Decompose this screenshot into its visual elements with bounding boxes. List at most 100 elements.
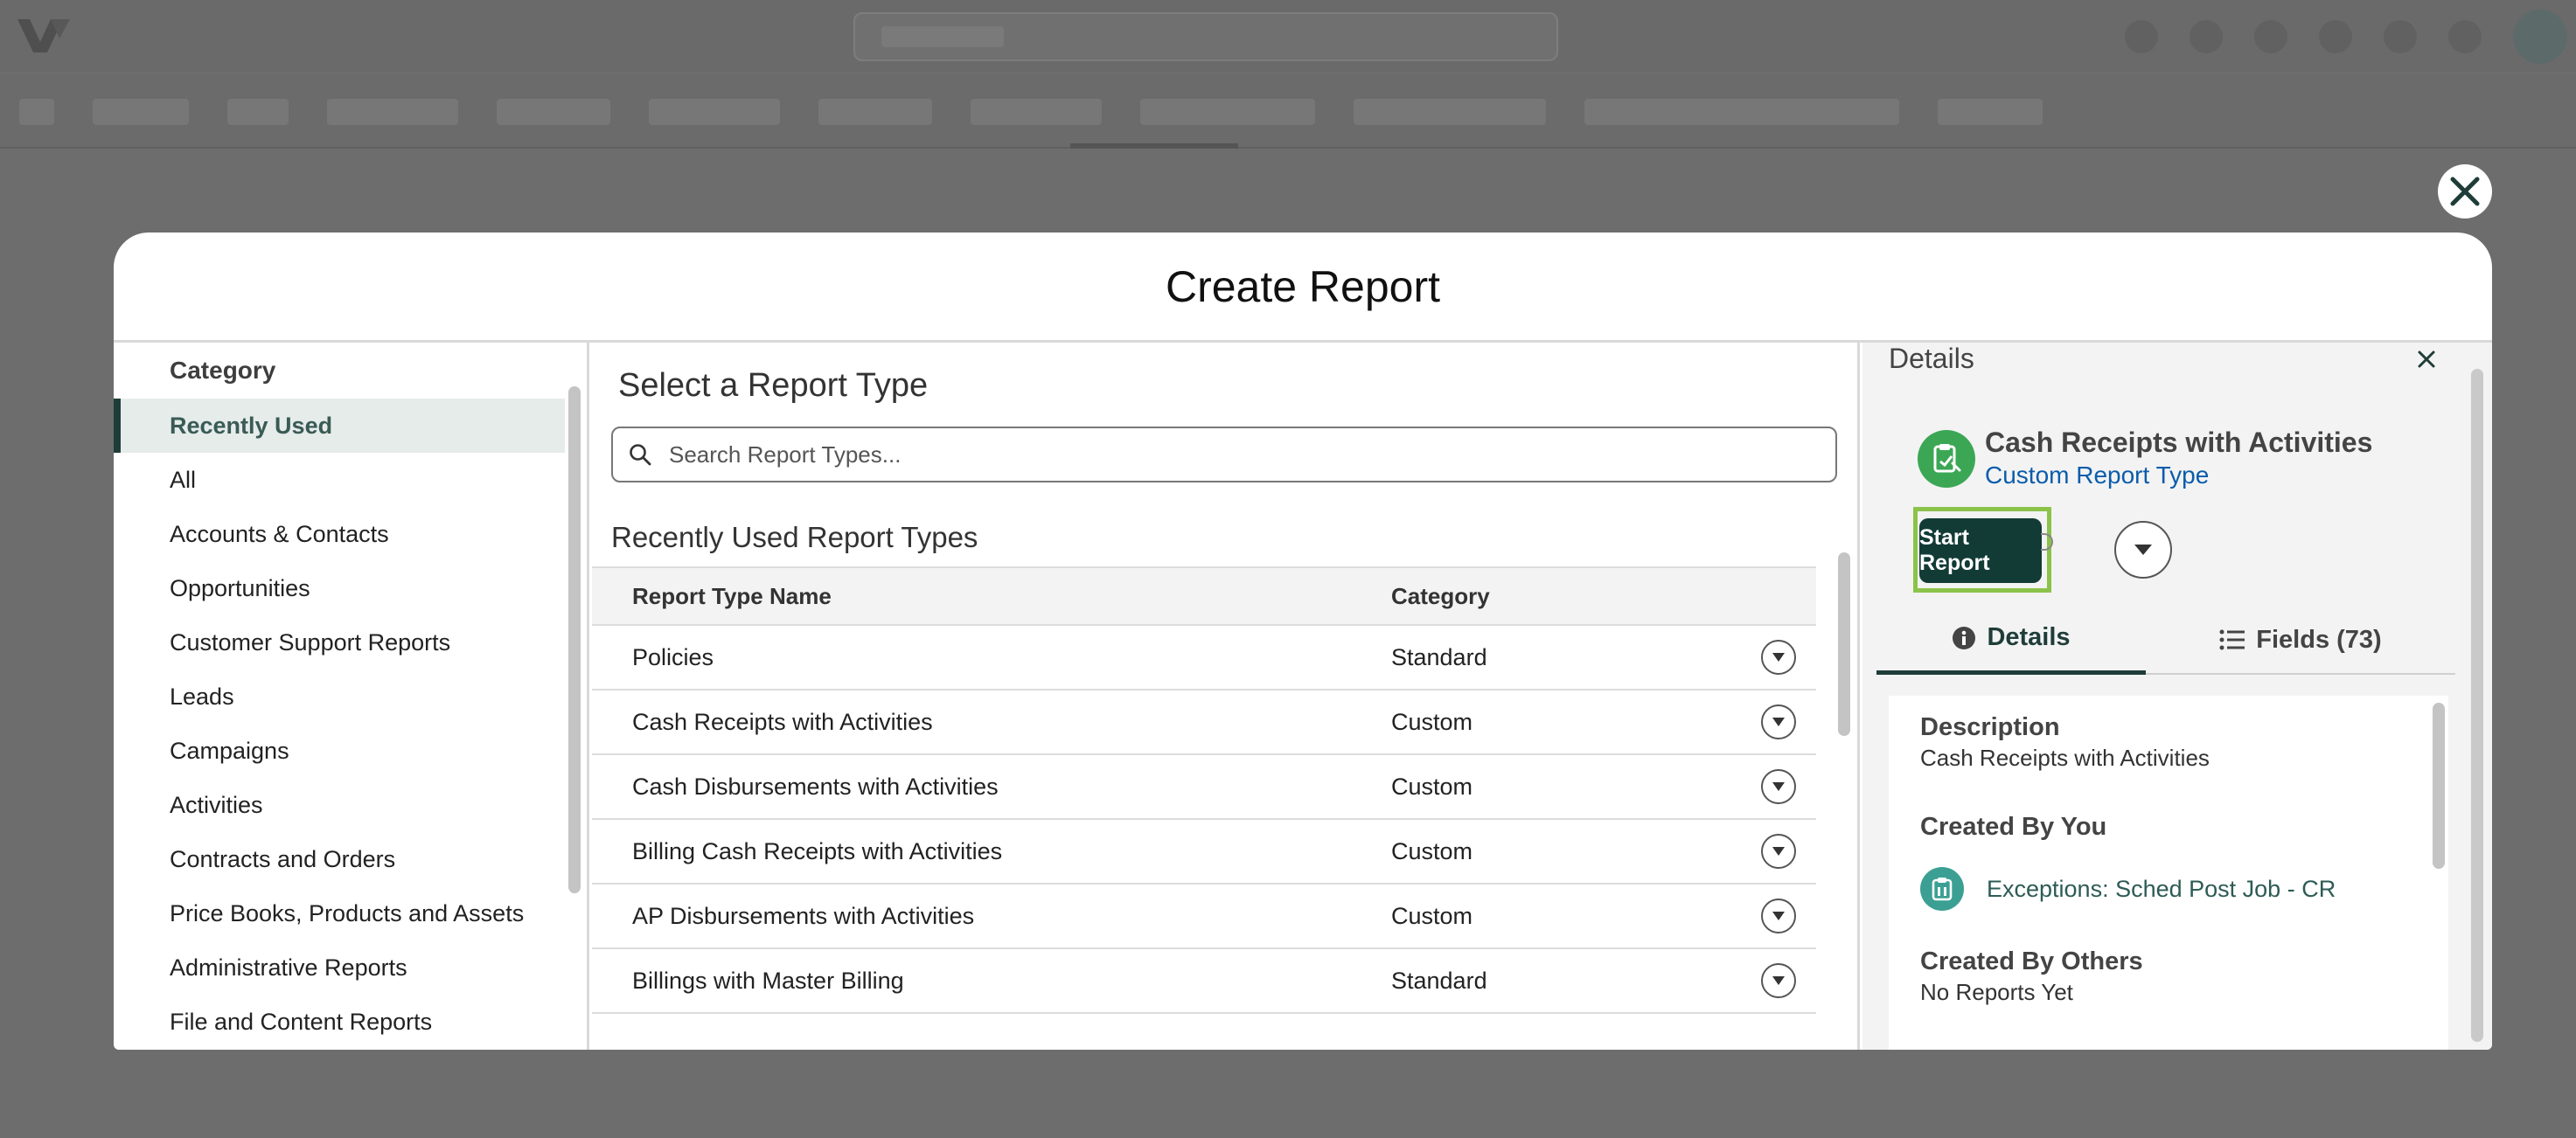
close-details-button[interactable] (2413, 346, 2440, 372)
category-item-customer-support[interactable]: Customer Support Reports (114, 615, 565, 670)
report-types-table: Report Type Name Category Policies Stand… (592, 566, 1816, 1014)
app-logo-icon (17, 19, 70, 52)
created-report-icon (1920, 867, 1964, 911)
details-content: Description Cash Receipts with Activitie… (1889, 696, 2448, 1050)
tab-details[interactable]: Details (1876, 605, 2146, 675)
details-report-name: Cash Receipts with Activities (1985, 427, 2373, 458)
report-type-category: Custom (1391, 708, 1473, 735)
details-content-scrollbar[interactable] (2433, 703, 2445, 869)
start-report-highlight: Start Report (1913, 507, 2051, 593)
header-icons-dimmed (2125, 10, 2576, 64)
tab-details-label: Details (1987, 623, 2071, 651)
details-title: Details (1889, 343, 1974, 374)
report-type-name[interactable]: Billings with Master Billing (592, 968, 1391, 995)
category-heading: Category (170, 357, 276, 384)
report-type-icon (1918, 430, 1975, 488)
help-icon (2319, 20, 2352, 53)
details-actions-dropdown[interactable] (2114, 521, 2172, 579)
report-type-heading: Select a Report Type (618, 367, 929, 404)
details-scrollbar[interactable] (2471, 369, 2483, 1042)
report-type-name[interactable]: Policies (592, 644, 1391, 671)
list-icon (2219, 629, 2245, 650)
category-scrollbar[interactable] (568, 386, 581, 893)
chevron-down-icon (1772, 912, 1785, 920)
report-type-search[interactable] (611, 427, 1837, 482)
created-by-you-heading: Created By You (1920, 813, 2107, 841)
report-type-category: Custom (1391, 773, 1473, 800)
details-report-subtype-link[interactable]: Custom Report Type (1985, 461, 2209, 489)
report-type-category: Standard (1391, 643, 1487, 670)
table-row[interactable]: Cash Disbursements with Activities Custo… (592, 755, 1816, 820)
avatar (2513, 10, 2567, 64)
category-item-all[interactable]: All (114, 453, 565, 507)
category-item-campaigns[interactable]: Campaigns (114, 724, 565, 778)
category-item-price-books[interactable]: Price Books, Products and Assets (114, 886, 565, 940)
category-item-leads[interactable]: Leads (114, 670, 565, 724)
start-report-button[interactable]: Start Report (1919, 518, 2042, 583)
tab-fields[interactable]: Fields (73) (2146, 605, 2455, 675)
description-heading: Description (1920, 713, 2060, 741)
created-by-others-heading: Created By Others (1920, 947, 2143, 975)
recent-report-types-heading: Recently Used Report Types (611, 521, 978, 553)
report-type-panel: Select a Report Type Recently Used Repor… (592, 343, 1860, 1050)
row-actions-button[interactable] (1761, 834, 1796, 869)
category-item-contracts-orders[interactable]: Contracts and Orders (114, 832, 565, 886)
report-type-name[interactable]: Cash Disbursements with Activities (592, 774, 1391, 801)
app-header-dimmed (0, 0, 2576, 72)
app-nav-dimmed (0, 75, 2576, 149)
notifications-bell-icon (2448, 20, 2482, 53)
category-item-administrative[interactable]: Administrative Reports (114, 940, 565, 995)
table-row[interactable]: AP Disbursements with Activities Custom (592, 885, 1816, 949)
report-types-scrollbar[interactable] (1838, 552, 1850, 736)
modal-title: Create Report (1165, 261, 1441, 311)
category-item-recently-used[interactable]: Recently Used (114, 399, 565, 453)
created-report-link[interactable]: Exceptions: Sched Post Job - CR (1987, 876, 2336, 903)
close-modal-button[interactable] (2438, 164, 2492, 219)
row-actions-button[interactable] (1761, 704, 1796, 739)
category-item-activities[interactable]: Activities (114, 778, 565, 832)
clipboard-icon (1932, 878, 1953, 901)
table-header: Report Type Name Category (592, 566, 1816, 626)
global-search-dimmed (853, 12, 1558, 61)
row-actions-button[interactable] (1761, 899, 1796, 933)
table-row[interactable]: Cash Receipts with Activities Custom (592, 690, 1816, 755)
description-text: Cash Receipts with Activities (1920, 745, 2210, 771)
report-type-category: Custom (1391, 837, 1473, 864)
created-by-others-text: No Reports Yet (1920, 979, 2073, 1005)
category-item-file-content[interactable]: File and Content Reports (114, 995, 565, 1049)
tab-fields-label: Fields (73) (2256, 625, 2382, 654)
details-panel: Details Cash Receipts with Activities Cu… (1862, 343, 2492, 1050)
create-report-modal: Create Report Category Recently Used All… (114, 232, 2492, 1050)
category-item-opportunities[interactable]: Opportunities (114, 561, 565, 615)
close-icon (2418, 350, 2435, 368)
search-icon (630, 444, 651, 466)
setup-gear-icon (2384, 20, 2417, 53)
chevron-down-icon (1772, 976, 1785, 985)
category-panel: Category Recently Used All Accounts & Co… (114, 343, 589, 1050)
chevron-down-icon (1772, 653, 1785, 662)
details-tabs: Details Fields (73) (1876, 605, 2455, 675)
report-type-category: Custom (1391, 902, 1473, 929)
report-type-name[interactable]: Cash Receipts with Activities (592, 709, 1391, 736)
column-header-name[interactable]: Report Type Name (592, 583, 1391, 610)
category-item-accounts-contacts[interactable]: Accounts & Contacts (114, 507, 565, 561)
row-actions-button[interactable] (1761, 963, 1796, 998)
report-type-search-input[interactable] (669, 441, 1806, 468)
chevron-down-icon (1772, 718, 1785, 726)
clipboard-icon (1933, 444, 1961, 473)
report-type-name[interactable]: AP Disbursements with Activities (592, 903, 1391, 930)
chevron-down-icon (2134, 545, 2152, 555)
table-row[interactable]: Billing Cash Receipts with Activities Cu… (592, 820, 1816, 885)
category-list: Recently Used All Accounts & Contacts Op… (114, 399, 565, 1049)
table-row[interactable]: Billings with Master Billing Standard (592, 949, 1816, 1014)
column-header-category[interactable]: Category (1391, 583, 1741, 610)
close-icon (2450, 177, 2480, 206)
info-icon (1953, 626, 1976, 649)
report-type-category: Standard (1391, 967, 1487, 994)
modal-header: Create Report (114, 232, 2492, 343)
favorites-icon (2125, 20, 2158, 53)
row-actions-button[interactable] (1761, 769, 1796, 804)
report-type-name[interactable]: Billing Cash Receipts with Activities (592, 838, 1391, 865)
table-row[interactable]: Policies Standard (592, 626, 1816, 690)
row-actions-button[interactable] (1761, 640, 1796, 675)
